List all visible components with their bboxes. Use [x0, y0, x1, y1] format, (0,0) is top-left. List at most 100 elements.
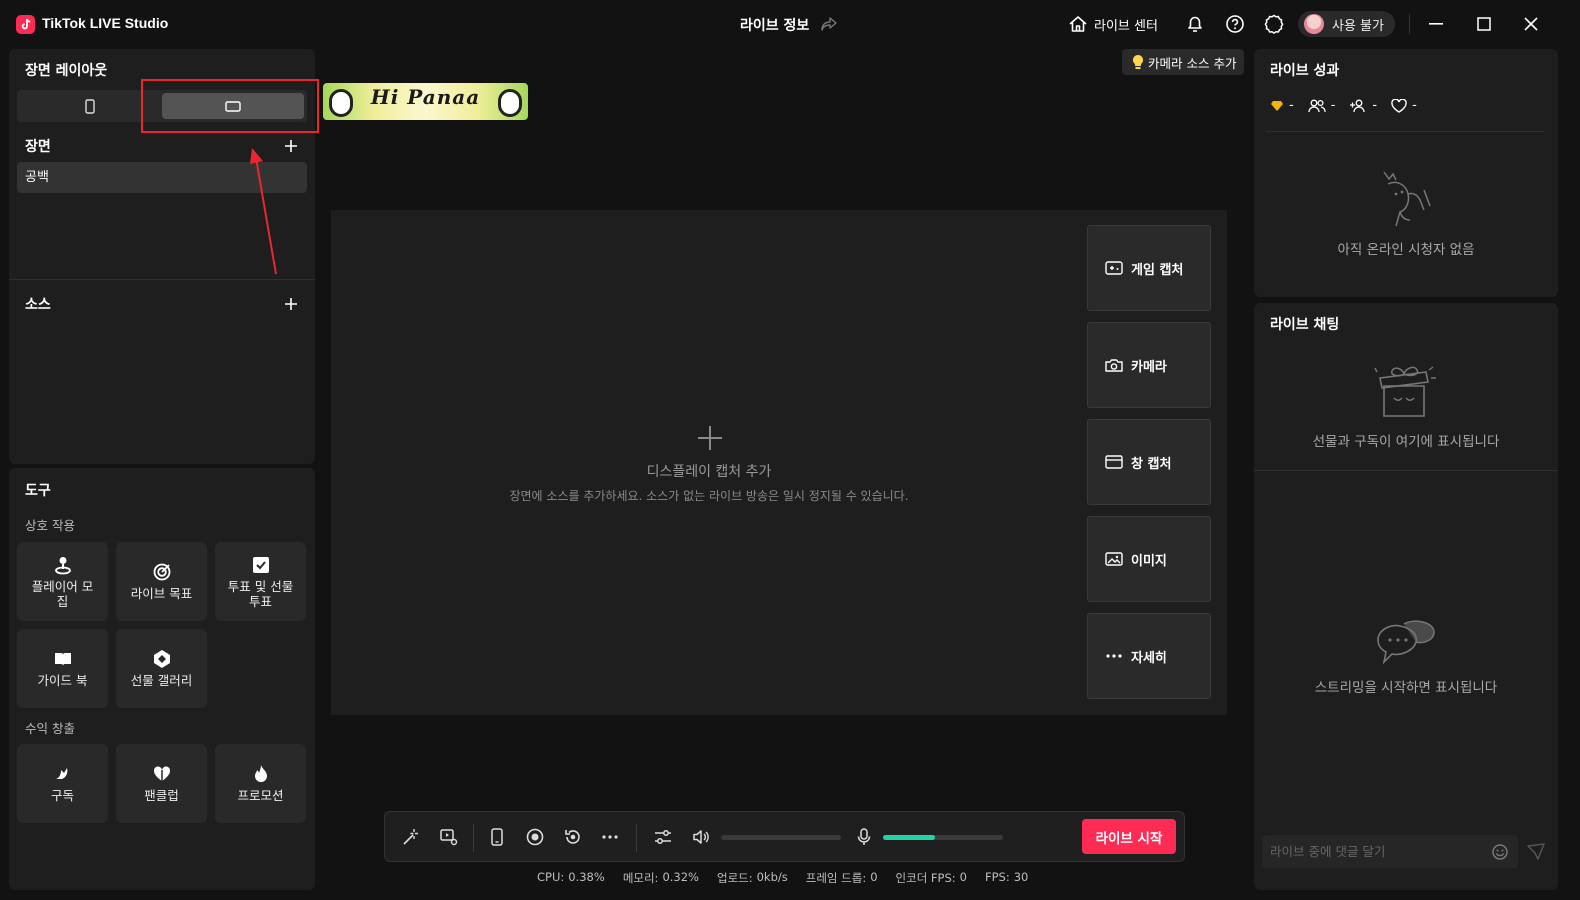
settings-icon[interactable] [1263, 13, 1285, 35]
performance-stats: - - - - [1270, 98, 1417, 113]
encoder-fps-stat: 인코더 FPS: 0 [896, 870, 967, 886]
add-display-capture-plus-icon[interactable] [697, 425, 723, 451]
microphone-icon[interactable] [854, 827, 874, 847]
tool-guide-book[interactable]: 가이드 북 [17, 629, 108, 708]
separator [473, 824, 474, 852]
tool-label: 프로모션 [237, 788, 284, 803]
tool-label: 선물 갤러리 [130, 673, 193, 688]
upload-value: 0kb/s [756, 870, 788, 884]
tool-subscription[interactable]: 구독 [17, 744, 108, 823]
avatar [1304, 14, 1324, 34]
magic-wand-icon[interactable] [401, 827, 421, 847]
player-recruit-icon [53, 555, 73, 575]
emoji-icon[interactable] [1491, 843, 1509, 861]
viewers-icon [1308, 99, 1326, 113]
gift-box-illustration [1374, 366, 1436, 417]
tool-gift-gallery[interactable]: 선물 갤러리 [116, 629, 207, 708]
chat-bubbles-illustration [1377, 620, 1435, 665]
diamonds-stat: - [1270, 98, 1294, 113]
window-icon [1105, 454, 1123, 470]
target-icon [152, 562, 172, 582]
replay-icon[interactable] [563, 827, 583, 847]
likes-value: - [1412, 98, 1417, 113]
game-capture-button[interactable]: 게임 캡처 [1087, 225, 1211, 311]
more-icon[interactable] [600, 827, 620, 847]
window-capture-button[interactable]: 창 캡처 [1087, 419, 1211, 505]
tool-gift-poll[interactable]: 투표 및 선물 투표 [215, 542, 306, 621]
frame-drop-label: 프레임 드롭: [805, 871, 867, 885]
tool-label: 투표 및 선물 투표 [227, 578, 294, 609]
add-scene-plus-icon[interactable] [283, 138, 299, 154]
user-menu[interactable]: 사용 불가 [1298, 11, 1395, 37]
image-label: 이미지 [1131, 553, 1167, 569]
upload-stat: 업로드: 0kb/s [717, 870, 788, 886]
close-icon[interactable] [1518, 12, 1544, 36]
titlebar-divider [1409, 14, 1410, 34]
camera-icon [1105, 357, 1123, 373]
tool-fan-club[interactable]: 팬클럽 [116, 744, 207, 823]
annotation-arrow [250, 148, 277, 275]
user-status: 사용 불가 [1332, 18, 1384, 34]
divider [1254, 470, 1558, 471]
tiktok-logo-icon [16, 15, 35, 34]
poll-icon [251, 555, 271, 575]
portrait-layout-button[interactable] [20, 93, 160, 119]
new-followers-stat: - [1349, 98, 1377, 113]
add-source-plus-icon[interactable] [283, 296, 299, 312]
speaker-volume-slider[interactable] [721, 835, 841, 840]
tool-label: 가이드 북 [37, 673, 88, 688]
more-sources-button[interactable]: 자세히 [1087, 613, 1211, 699]
share-icon[interactable] [820, 16, 838, 32]
viewers-value: - [1330, 98, 1336, 113]
subscription-icon [53, 764, 73, 784]
separator [636, 824, 637, 852]
chat-title: 라이브 채팅 [1270, 317, 1340, 333]
divider [1266, 131, 1544, 132]
mixer-settings-icon[interactable] [653, 827, 673, 847]
highlight-box [141, 79, 319, 133]
tool-label: 라이브 목표 [130, 586, 193, 601]
tool-promotion[interactable]: 프로모션 [215, 744, 306, 823]
status-bar: CPU: 0.38% 메모리: 0.32% 업로드: 0kb/s 프레임 드롭: 0 인… [537, 870, 1028, 886]
maximize-icon[interactable] [1471, 12, 1497, 36]
tool-live-goal[interactable]: 라이브 목표 [116, 542, 207, 621]
fps-value: 30 [1013, 870, 1029, 884]
game-capture-label: 게임 캡처 [1131, 262, 1184, 278]
gifts-placeholder: 선물과 구독이 여기에 표시됩니다 [1312, 434, 1500, 450]
no-viewers-illustration [1383, 171, 1431, 227]
image-button[interactable]: 이미지 [1087, 516, 1211, 602]
live-info-title[interactable]: 라이브 정보 [740, 15, 809, 35]
minimize-icon[interactable] [1423, 12, 1449, 36]
diamonds-value: - [1289, 98, 1294, 113]
live-center-button[interactable]: 라이브 센터 [1068, 12, 1158, 36]
comment-input[interactable]: 라이브 중에 댓글 달기 [1262, 835, 1518, 868]
help-icon[interactable] [1224, 13, 1246, 35]
camera-button[interactable]: 카메라 [1087, 322, 1211, 408]
bell-icon[interactable] [1184, 13, 1206, 35]
new-followers-value: - [1372, 98, 1378, 113]
flame-icon [251, 764, 271, 784]
tool-player-recruit[interactable]: 플레이어 모집 [17, 542, 108, 621]
more-sources-label: 자세히 [1131, 650, 1167, 666]
add-follower-icon [1349, 99, 1367, 113]
cpu-value: 0.38% [568, 870, 605, 884]
phone-icon[interactable] [487, 827, 507, 847]
likes-stat: - [1391, 98, 1417, 113]
media-source-icon[interactable] [439, 827, 459, 847]
speaker-icon[interactable] [691, 827, 711, 847]
mic-volume-slider[interactable] [883, 835, 1003, 840]
record-icon[interactable] [525, 827, 545, 847]
cpu-label: CPU: [537, 870, 565, 884]
gift-gallery-icon [152, 649, 172, 669]
go-live-button[interactable]: 라이브 시작 [1082, 819, 1176, 854]
monetization-title: 수익 창출 [25, 721, 75, 736]
more-icon [1105, 648, 1123, 664]
frame-drop-value: 0 [870, 870, 878, 884]
banner-image[interactable]: Hi Panaa [323, 83, 528, 120]
camera-source-tip[interactable]: 카메라 소스 추가 [1122, 49, 1245, 75]
tool-label: 팬클럽 [144, 788, 179, 803]
frame-drop-stat: 프레임 드롭: 0 [806, 870, 878, 886]
live-center-label: 라이브 센터 [1094, 18, 1158, 34]
fps-label: FPS: [984, 870, 1010, 884]
send-icon[interactable] [1527, 843, 1545, 861]
